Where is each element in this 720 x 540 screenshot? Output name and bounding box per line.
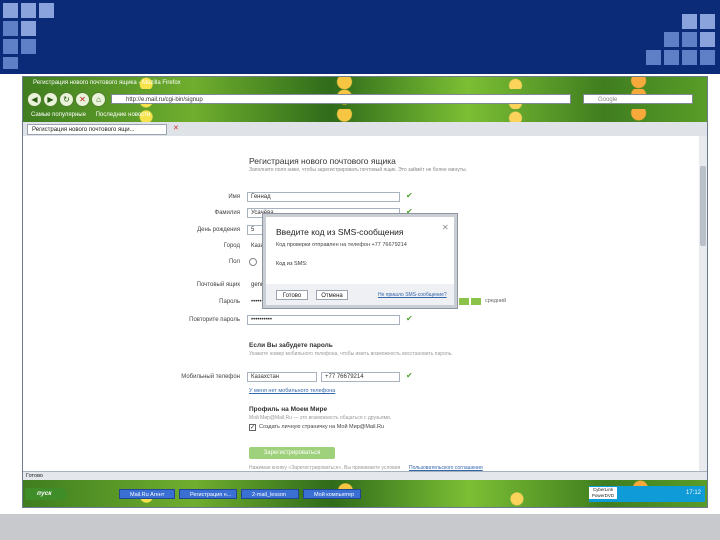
decor-square: [664, 50, 679, 65]
bookmark-item[interactable]: Последние новости: [96, 112, 151, 118]
reload-icon[interactable]: ↻: [59, 92, 74, 107]
system-tray: CyberLink PowerDVD 17:12: [589, 486, 705, 502]
decor-square: [21, 3, 36, 18]
field-label: Повторите пароль: [189, 317, 240, 323]
profile-checkbox-label: Создать личную страничку на Мой Мир@Mail…: [259, 424, 384, 430]
sms-code-dialog: Введите код из SMS-сообщения ✕ Код прове…: [263, 214, 457, 308]
decor-square: [3, 21, 18, 36]
taskbar: пуск Mail.Ru Агент Регистрация н... 2-ma…: [23, 480, 707, 507]
page-title: Регистрация нового почтового ящика: [249, 156, 396, 166]
bookmarks-toolbar: Самые популярные Последние новости: [23, 109, 707, 122]
back-icon[interactable]: ◀: [27, 92, 42, 107]
register-button[interactable]: Зарегистрироваться: [249, 447, 335, 459]
scrollbar-thumb[interactable]: [700, 166, 706, 246]
no-phone-link[interactable]: У меня нет мобильного телефона: [249, 388, 335, 394]
close-icon[interactable]: ✕: [442, 223, 449, 232]
valid-check-icon: ✔: [406, 191, 413, 200]
decor-square: [21, 39, 36, 54]
decor-square: [21, 21, 36, 36]
decor-square: [39, 3, 54, 18]
window-title: Регистрация нового почтового ящика - Moz…: [23, 77, 707, 89]
taskbar-item[interactable]: Mail.Ru Агент: [119, 489, 175, 499]
taskbar-item[interactable]: Регистрация н...: [179, 489, 237, 499]
phone-country-select[interactable]: Казахстан: [247, 372, 317, 382]
field-label: Почтовый ящик: [196, 282, 240, 288]
phone-number-input[interactable]: +77 76679214: [321, 372, 400, 382]
start-button[interactable]: пуск: [25, 488, 67, 500]
decor-square: [646, 50, 661, 65]
strength-bar: [459, 298, 469, 305]
decor-square: [700, 50, 715, 65]
field-label: Фамилия: [214, 210, 240, 216]
slide-footer-band: [0, 514, 720, 540]
done-button[interactable]: Готово: [276, 290, 308, 300]
confirm-password-input[interactable]: ••••••••••: [247, 315, 400, 325]
field-label: Мобильный телефон: [181, 374, 240, 380]
vertical-scrollbar[interactable]: [699, 136, 707, 471]
sms-code-label: Код из SMS:: [276, 261, 308, 267]
strength-bar: [471, 298, 481, 305]
search-input[interactable]: Google: [583, 94, 693, 104]
close-tab-icon[interactable]: ✕: [173, 124, 179, 132]
dialog-text: Код проверки отправлен на телефон +77 76…: [276, 242, 407, 248]
decor-square: [3, 57, 18, 69]
profile-heading: Профиль на Моем Мире: [249, 406, 328, 413]
profile-checkbox[interactable]: ✓: [249, 424, 256, 431]
tab-bar: Регистрация нового почтового ящи... ✕: [23, 122, 707, 137]
tray-app-badge[interactable]: CyberLink PowerDVD: [589, 487, 617, 499]
decor-square: [682, 32, 697, 47]
dialog-footer: Готово Отмена Не пришло SMS-сообщение?: [266, 284, 454, 305]
dialog-title: Введите код из SMS-сообщения: [276, 227, 404, 237]
password-strength-label: средний: [485, 298, 507, 304]
forgot-password-heading: Если Вы забудете пароль: [249, 342, 333, 349]
home-icon[interactable]: ⌂: [91, 92, 106, 107]
cancel-button[interactable]: Отмена: [316, 290, 348, 300]
gender-radio[interactable]: [249, 258, 257, 266]
stop-icon[interactable]: ✕: [75, 92, 90, 107]
status-bar: Готово: [23, 471, 707, 480]
resend-sms-link[interactable]: Не пришло SMS-сообщение?: [378, 292, 447, 298]
decor-square: [664, 32, 679, 47]
profile-description: Мой Мир@Mail.Ru — это возможность общать…: [249, 415, 392, 421]
taskbar-item[interactable]: Мой компьютер: [303, 489, 361, 499]
field-label: Город: [223, 243, 240, 249]
decor-square: [682, 14, 697, 29]
taskbar-item[interactable]: 2-mail_lesson: [241, 489, 299, 499]
field-label: Имя: [228, 194, 240, 200]
address-bar[interactable]: http://e.mail.ru/cgi-bin/signup: [111, 94, 571, 104]
slide-header-band: [0, 0, 720, 74]
decor-square: [700, 14, 715, 29]
navigation-toolbar: ◀ ▶ ↻ ✕ ⌂ http://e.mail.ru/cgi-bin/signu…: [23, 89, 707, 109]
valid-check-icon: ✔: [406, 314, 413, 323]
decor-square: [700, 32, 715, 47]
decor-square: [3, 3, 18, 18]
field-label: День рождения: [197, 227, 240, 233]
tab-signup[interactable]: Регистрация нового почтового ящи...: [27, 124, 167, 135]
forgot-password-description: Укажите номер мобильного телефона, чтобы…: [249, 351, 453, 357]
valid-check-icon: ✔: [406, 371, 413, 380]
clock: 17:12: [685, 490, 701, 496]
decor-square: [682, 50, 697, 65]
forward-icon[interactable]: ▶: [43, 92, 58, 107]
decor-square: [3, 39, 18, 54]
bookmark-item[interactable]: Самые популярные: [31, 112, 86, 118]
first-name-input[interactable]: Геннад: [247, 192, 400, 202]
field-label: Пароль: [219, 299, 240, 305]
page-description: Заполните поля ниже, чтобы зарегистриров…: [249, 167, 467, 173]
field-label: Пол: [228, 259, 240, 265]
